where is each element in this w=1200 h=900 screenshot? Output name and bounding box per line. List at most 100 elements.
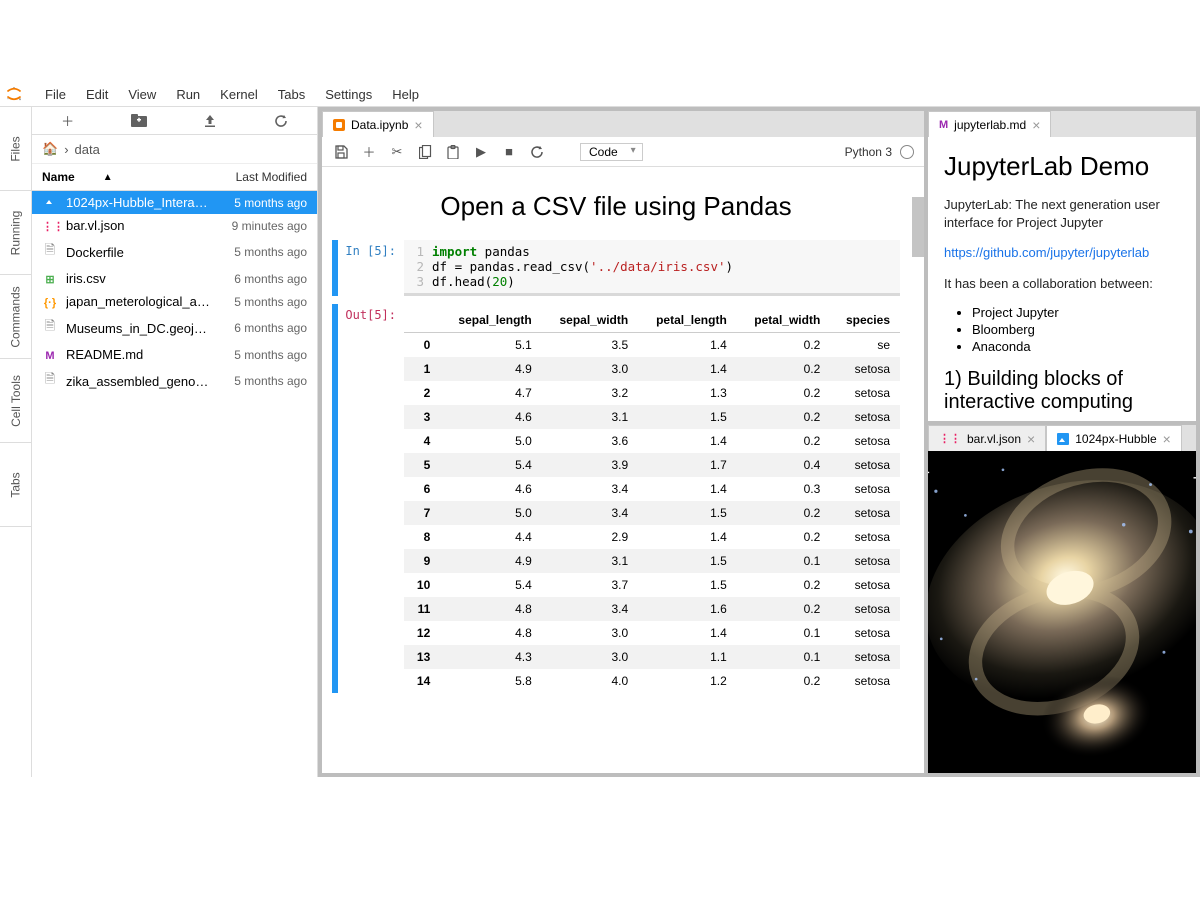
- close-icon[interactable]: ×: [1163, 431, 1171, 447]
- menu-tabs[interactable]: Tabs: [269, 84, 314, 105]
- restart-button[interactable]: [528, 143, 546, 161]
- jupyterlab-window: FileEditViewRunKernelTabsSettingsHelp Fi…: [0, 82, 1200, 777]
- file-row[interactable]: ⋮⋮bar.vl.json9 minutes ago: [32, 214, 317, 237]
- menu-run[interactable]: Run: [167, 84, 209, 105]
- table-row: 114.83.41.60.2setosa: [404, 597, 900, 621]
- close-icon[interactable]: ×: [1027, 431, 1035, 447]
- tab-bar-vl-json[interactable]: ⋮⋮ bar.vl.json ×: [928, 425, 1046, 451]
- file-modified: 5 months ago: [234, 245, 307, 259]
- home-icon[interactable]: 🏠: [42, 141, 58, 157]
- table-row: 75.03.41.50.2setosa: [404, 501, 900, 525]
- celltype-select[interactable]: Code: [580, 143, 643, 161]
- file-row[interactable]: 1024px-Hubble_Intera…5 months ago: [32, 191, 317, 214]
- tab-hubble-image[interactable]: 1024px-Hubble ×: [1046, 425, 1182, 451]
- file-name: Museums_in_DC.geoj…: [66, 321, 226, 336]
- tab-jupyterlab-md[interactable]: M jupyterlab.md ×: [928, 111, 1051, 137]
- upload-button[interactable]: [198, 109, 222, 133]
- file-browser-toolbar: ＋: [32, 107, 317, 135]
- col-name[interactable]: Name: [42, 170, 75, 184]
- new-folder-button[interactable]: [127, 109, 151, 133]
- close-icon[interactable]: ×: [414, 117, 422, 133]
- table-row: 64.63.41.40.3setosa: [404, 477, 900, 501]
- code-editor[interactable]: 1import pandas 2df = pandas.read_csv('..…: [404, 240, 900, 296]
- hubble-image[interactable]: [928, 451, 1196, 773]
- in-prompt: In [5]:: [344, 240, 404, 296]
- file-name: bar.vl.json: [66, 218, 224, 233]
- file-modified: 5 months ago: [234, 196, 307, 210]
- file-name: Dockerfile: [66, 245, 226, 260]
- paste-button[interactable]: [444, 143, 462, 161]
- sidetab-commands[interactable]: Commands: [0, 275, 31, 359]
- table-header: sepal_length: [440, 308, 542, 333]
- kernel-idle-icon: [900, 145, 914, 159]
- copy-button[interactable]: [416, 143, 434, 161]
- jupyter-logo[interactable]: [0, 82, 28, 107]
- save-button[interactable]: [332, 143, 350, 161]
- sort-asc-icon: ▲: [103, 172, 113, 183]
- menu-settings[interactable]: Settings: [316, 84, 381, 105]
- dock-area: Data.ipynb × ＋ ✂ ▶ ■ Code Python: [318, 107, 1200, 777]
- notebook-body[interactable]: Open a CSV file using Pandas In [5]: 1im…: [322, 167, 924, 773]
- menubar: FileEditViewRunKernelTabsSettingsHelp: [0, 82, 1200, 107]
- tab-data-ipynb[interactable]: Data.ipynb ×: [322, 111, 434, 137]
- table-row: 145.84.01.20.2setosa: [404, 669, 900, 693]
- cell-select-bar: [332, 304, 338, 693]
- md-h2: 1) Building blocks of interactive comput…: [944, 368, 1180, 414]
- right-stack: M jupyterlab.md × JupyterLab Demo Jupyte…: [928, 111, 1196, 773]
- markdown-preview[interactable]: JupyterLab Demo JupyterLab: The next gen…: [928, 137, 1196, 421]
- sidetab-files[interactable]: Files: [0, 107, 31, 191]
- file-name: iris.csv: [66, 271, 226, 286]
- notebook-icon: [333, 119, 345, 131]
- table-header: species: [830, 308, 900, 333]
- menu-edit[interactable]: Edit: [77, 84, 117, 105]
- md-list: Project JupyterBloombergAnaconda: [944, 305, 1180, 354]
- image-icon: [1057, 433, 1069, 445]
- scrollbar-thumb[interactable]: [912, 197, 924, 257]
- file-row[interactable]: 🗎Museums_in_DC.geoj…6 months ago: [32, 313, 317, 343]
- cell-select-bar: [332, 240, 338, 296]
- breadcrumb[interactable]: 🏠 › data: [32, 135, 317, 164]
- kernel-indicator[interactable]: Python 3: [845, 145, 914, 159]
- new-launcher-button[interactable]: ＋: [56, 109, 80, 133]
- file-list-header[interactable]: Name ▲ Last Modified: [32, 164, 317, 191]
- input-cell[interactable]: In [5]: 1import pandas 2df = pandas.read…: [332, 240, 900, 296]
- menu-items: FileEditViewRunKernelTabsSettingsHelp: [28, 84, 428, 105]
- table-row: 94.93.11.50.1setosa: [404, 549, 900, 573]
- file-browser: ＋ 🏠 › data Name ▲ Last Modified 1024px-Hu…: [32, 107, 318, 777]
- csv-icon: ⊞: [42, 271, 58, 286]
- menu-help[interactable]: Help: [383, 84, 428, 105]
- cut-button[interactable]: ✂: [388, 143, 406, 161]
- file-modified: 5 months ago: [234, 295, 307, 309]
- menu-view[interactable]: View: [119, 84, 165, 105]
- list-item: Anaconda: [972, 339, 1180, 354]
- breadcrumb-folder[interactable]: data: [75, 142, 100, 157]
- stop-button[interactable]: ■: [500, 143, 518, 161]
- file-row[interactable]: ⊞ iris.csv 6 months ago: [32, 267, 317, 290]
- md-link[interactable]: https://github.com/jupyter/jupyterlab: [944, 245, 1149, 260]
- sidetab-cell-tools[interactable]: Cell Tools: [0, 359, 31, 443]
- yml-icon: {·}: [42, 294, 58, 309]
- tab-label: 1024px-Hubble: [1075, 432, 1156, 446]
- file-row[interactable]: {·}japan_meterological_a…5 months ago: [32, 290, 317, 313]
- sidetab-tabs[interactable]: Tabs: [0, 443, 31, 527]
- markdown-icon: M: [939, 119, 948, 131]
- close-icon[interactable]: ×: [1032, 117, 1040, 133]
- image-panel: ⋮⋮ bar.vl.json × 1024px-Hubble ×: [928, 425, 1196, 773]
- file-row[interactable]: MREADME.md5 months ago: [32, 343, 317, 366]
- run-button[interactable]: ▶: [472, 143, 490, 161]
- menu-kernel[interactable]: Kernel: [211, 84, 267, 105]
- menu-file[interactable]: File: [36, 84, 75, 105]
- file-modified: 5 months ago: [234, 374, 307, 388]
- file-row[interactable]: 🗎Dockerfile5 months ago: [32, 237, 317, 267]
- md-h1: JupyterLab Demo: [944, 151, 1180, 182]
- list-item: Bloomberg: [972, 322, 1180, 337]
- file-modified: 6 months ago: [234, 272, 307, 286]
- insert-cell-button[interactable]: ＋: [360, 143, 378, 161]
- table-row: 05.13.51.40.2se: [404, 333, 900, 358]
- file-row[interactable]: 🗎zika_assembled_geno…5 months ago: [32, 366, 317, 396]
- table-row: 24.73.21.30.2setosa: [404, 381, 900, 405]
- table-row: 124.83.01.40.1setosa: [404, 621, 900, 645]
- col-modified[interactable]: Last Modified: [236, 170, 307, 184]
- refresh-button[interactable]: [269, 109, 293, 133]
- sidetab-running[interactable]: Running: [0, 191, 31, 275]
